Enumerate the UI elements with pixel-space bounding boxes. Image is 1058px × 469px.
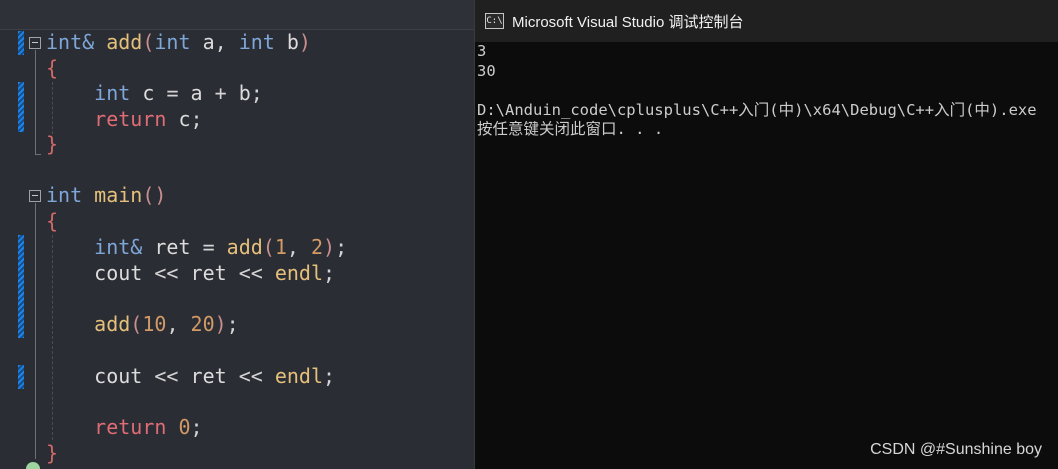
operator: = bbox=[202, 235, 215, 259]
paren: () bbox=[142, 183, 167, 207]
keyword: int bbox=[238, 30, 275, 54]
editor-top-strip bbox=[0, 0, 474, 30]
keyword: int& bbox=[94, 235, 143, 259]
number: 1 bbox=[274, 235, 287, 259]
paren: ( bbox=[262, 235, 275, 259]
code-line-main-5[interactable]: return 0; bbox=[46, 414, 203, 440]
code-line-add-signature[interactable]: int& add(int a, int b) bbox=[46, 29, 311, 55]
variable: ret bbox=[190, 261, 227, 285]
collapse-icon[interactable] bbox=[29, 190, 41, 202]
keyword: int bbox=[46, 183, 83, 207]
paren: ) bbox=[214, 312, 227, 336]
operator: << bbox=[154, 364, 179, 388]
identifier: cout bbox=[94, 261, 143, 285]
change-indicator bbox=[18, 235, 24, 338]
code-line-main-2[interactable]: cout << ret << endl; bbox=[46, 260, 335, 286]
debug-console-window[interactable]: C:\ Microsoft Visual Studio 调试控制台 3 30 D… bbox=[474, 0, 1058, 469]
keyword: int bbox=[94, 81, 131, 105]
code-line-main-signature[interactable]: int main() bbox=[46, 182, 166, 208]
code-line-brace[interactable]: { bbox=[46, 55, 58, 81]
code-line-add-body[interactable]: int c = a + b; bbox=[46, 80, 263, 106]
operator: << bbox=[238, 364, 263, 388]
code-line-main-4[interactable]: cout << ret << endl; bbox=[46, 363, 335, 389]
variable: c bbox=[142, 81, 155, 105]
number: 10 bbox=[142, 312, 167, 336]
operator: << bbox=[238, 261, 263, 285]
semicolon: ; bbox=[335, 235, 348, 259]
fold-guide bbox=[35, 50, 36, 154]
code-line-brace[interactable]: } bbox=[46, 131, 58, 157]
identifier: endl bbox=[274, 261, 324, 285]
variable: ret bbox=[190, 364, 227, 388]
change-indicator bbox=[18, 365, 24, 389]
code-line-brace[interactable]: } bbox=[46, 440, 58, 466]
brace: } bbox=[46, 441, 59, 465]
console-title: Microsoft Visual Studio 调试控制台 bbox=[512, 13, 744, 31]
semicolon: ; bbox=[190, 415, 203, 439]
keyword-return: return bbox=[94, 107, 167, 131]
brace: { bbox=[46, 209, 59, 233]
brace: } bbox=[46, 132, 59, 156]
function-call: add bbox=[226, 235, 263, 259]
variable: a bbox=[190, 81, 203, 105]
comma: , bbox=[286, 235, 299, 259]
console-line: 按任意键关闭此窗口. . . bbox=[477, 120, 664, 138]
operator: = bbox=[166, 81, 179, 105]
console-line: 30 bbox=[477, 61, 496, 80]
console-line: 3 bbox=[477, 42, 487, 60]
function-name: add bbox=[106, 30, 143, 54]
console-app-icon: C:\ bbox=[485, 13, 504, 29]
paren: ) bbox=[323, 235, 336, 259]
identifier: cout bbox=[94, 364, 143, 388]
console-line: D:\Anduin_code\cplusplus\C++入门(中)\x64\De… bbox=[477, 100, 1037, 119]
code-editor[interactable]: int& add(int a, int b) { int c = a + b; … bbox=[0, 0, 474, 469]
paren: ( bbox=[130, 312, 143, 336]
operator: + bbox=[214, 81, 227, 105]
paren: ( bbox=[142, 30, 155, 54]
keyword-return: return bbox=[94, 415, 167, 439]
console-titlebar[interactable]: C:\ Microsoft Visual Studio 调试控制台 bbox=[475, 0, 1058, 42]
identifier: endl bbox=[274, 364, 324, 388]
code-line-brace[interactable]: { bbox=[46, 208, 58, 234]
semicolon: ; bbox=[323, 364, 336, 388]
fold-guide bbox=[35, 203, 36, 459]
keyword: int bbox=[154, 30, 191, 54]
semicolon: ; bbox=[190, 107, 203, 131]
variable: ret bbox=[154, 235, 191, 259]
change-indicator bbox=[18, 31, 24, 55]
param: b bbox=[286, 30, 299, 54]
code-line-main-3[interactable]: add(10, 20); bbox=[46, 311, 239, 337]
comma: , bbox=[166, 312, 179, 336]
code-line-main-1[interactable]: int& ret = add(1, 2); bbox=[46, 234, 347, 260]
number: 0 bbox=[178, 415, 191, 439]
variable: c bbox=[178, 107, 191, 131]
brace: { bbox=[46, 56, 59, 80]
semicolon: ; bbox=[323, 261, 336, 285]
function-name: main bbox=[94, 183, 143, 207]
console-output[interactable]: 3 30 D:\Anduin_code\cplusplus\C++入门(中)\x… bbox=[477, 42, 1058, 469]
fold-guide-end bbox=[35, 154, 41, 155]
keyword: int& bbox=[46, 30, 95, 54]
collapse-icon[interactable] bbox=[29, 37, 41, 49]
watermark: CSDN @#Sunshine boy bbox=[870, 441, 1042, 458]
semicolon: ; bbox=[250, 81, 263, 105]
param: a bbox=[202, 30, 215, 54]
operator: << bbox=[154, 261, 179, 285]
variable: b bbox=[238, 81, 251, 105]
change-indicator bbox=[18, 82, 24, 132]
semicolon: ; bbox=[226, 312, 239, 336]
code-line-return[interactable]: return c; bbox=[46, 106, 203, 132]
comma: , bbox=[214, 30, 227, 54]
function-call: add bbox=[94, 312, 131, 336]
paren: ) bbox=[298, 30, 311, 54]
status-indicator bbox=[26, 462, 40, 469]
number: 20 bbox=[190, 312, 215, 336]
number: 2 bbox=[310, 235, 324, 259]
